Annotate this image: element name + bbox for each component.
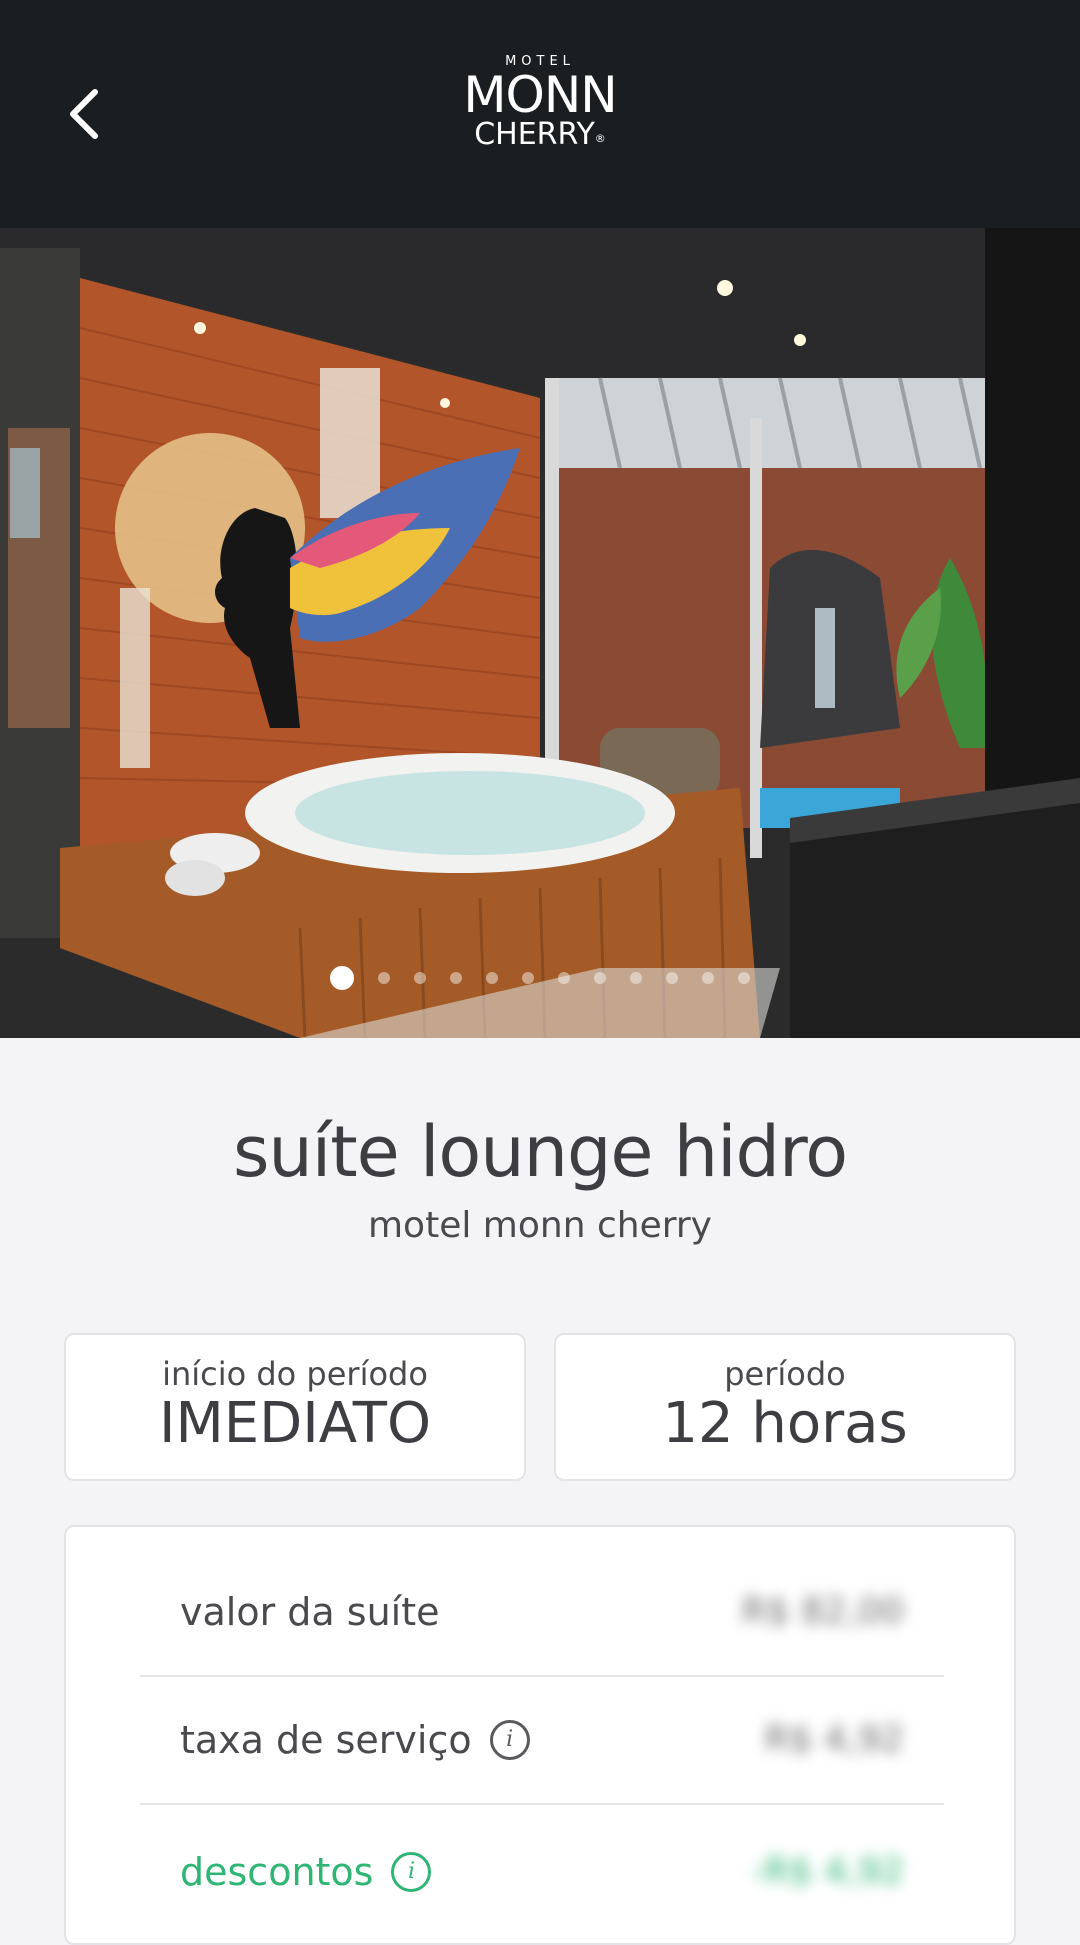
gallery-dot[interactable] [486, 972, 498, 984]
gallery-dot[interactable] [594, 972, 606, 984]
suite-photo [0, 228, 1080, 1038]
gallery-dot[interactable] [558, 972, 570, 984]
chevron-left-icon [70, 89, 98, 139]
gallery-dot[interactable] [522, 972, 534, 984]
gallery-dot[interactable] [414, 972, 426, 984]
price-row-service-fee: taxa de serviço i R$ 4,92 [140, 1677, 944, 1805]
gallery-dot[interactable] [702, 972, 714, 984]
price-label-text: valor da suíte [180, 1590, 440, 1634]
logo-cherry-word: CHERRY [474, 117, 595, 152]
app-header: MOTEL MONN CHERRY® [0, 0, 1080, 228]
period-duration-value: 12 horas [662, 1391, 908, 1456]
price-label-text: descontos [180, 1850, 374, 1894]
price-label: valor da suíte [180, 1587, 440, 1637]
gallery-dot[interactable] [738, 972, 750, 984]
price-label-text: taxa de serviço [180, 1718, 472, 1762]
divider [140, 1803, 944, 1805]
price-row-discounts: descontos i -R$ 4,92 [140, 1809, 944, 1937]
logo-registered-mark: ® [594, 132, 606, 145]
motel-logo: MOTEL MONN CHERRY® [440, 54, 640, 174]
price-label: taxa de serviço i [180, 1715, 530, 1765]
suite-title: suíte lounge hidro [232, 1111, 848, 1193]
gallery-pagination [0, 966, 1080, 990]
price-value: R$ 82,00 [741, 1591, 904, 1632]
price-value: -R$ 4,92 [751, 1851, 904, 1892]
period-start-card[interactable]: início do período IMEDIATO [64, 1333, 526, 1481]
logo-cherry-text: CHERRY® [440, 120, 640, 154]
suite-photo-gallery[interactable] [0, 228, 1080, 1038]
price-breakdown-card: valor da suíte R$ 82,00 taxa de serviço … [64, 1525, 1016, 1945]
logo-monn-text: MONN [463, 66, 617, 124]
gallery-dot[interactable] [630, 972, 642, 984]
gallery-dot-active[interactable] [330, 966, 354, 990]
period-duration-label: período [724, 1355, 846, 1393]
gallery-dot[interactable] [666, 972, 678, 984]
price-row-suite: valor da suíte R$ 82,00 [140, 1549, 944, 1677]
period-start-label: início do período [162, 1355, 428, 1393]
motel-name: motel monn cherry [367, 1205, 712, 1246]
info-icon[interactable]: i [489, 1720, 530, 1760]
back-button[interactable] [52, 78, 116, 150]
info-icon[interactable]: i [391, 1852, 432, 1892]
price-label: descontos i [180, 1847, 432, 1897]
gallery-dot[interactable] [378, 972, 390, 984]
period-start-value: IMEDIATO [158, 1391, 432, 1456]
period-duration-card[interactable]: período 12 horas [554, 1333, 1016, 1481]
price-value: R$ 4,92 [764, 1719, 904, 1760]
gallery-dot[interactable] [450, 972, 462, 984]
